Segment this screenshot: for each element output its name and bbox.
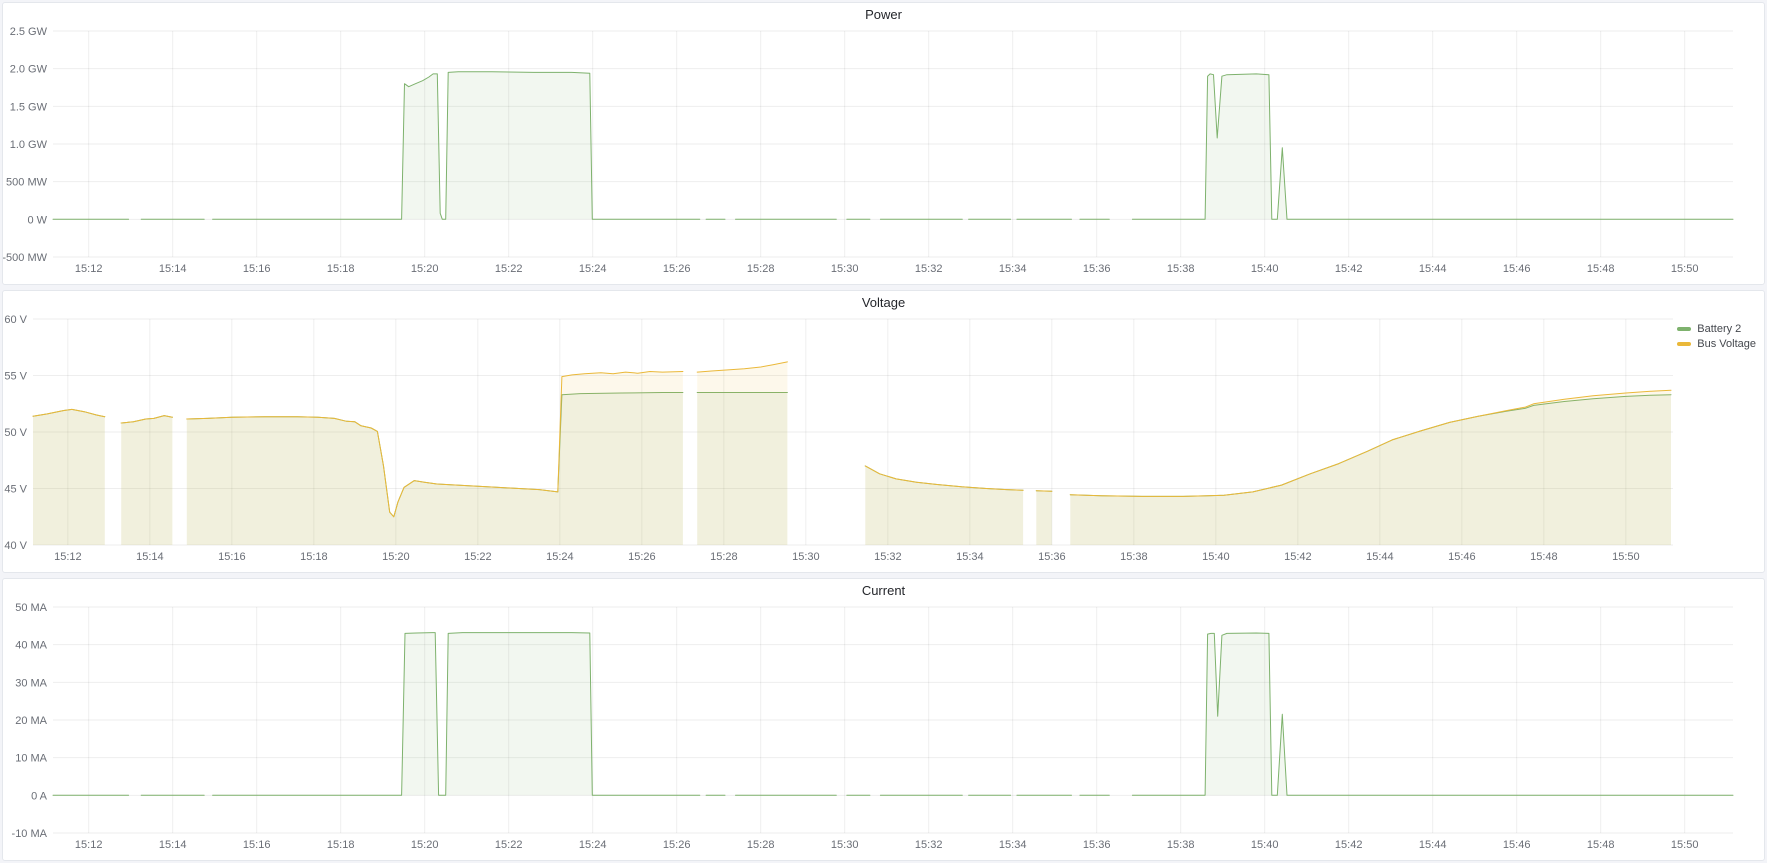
- svg-text:15:48: 15:48: [1587, 263, 1615, 275]
- svg-text:15:46: 15:46: [1448, 551, 1476, 563]
- svg-text:15:30: 15:30: [792, 551, 820, 563]
- svg-text:15:48: 15:48: [1587, 839, 1615, 851]
- svg-text:15:16: 15:16: [243, 263, 271, 275]
- svg-text:15:18: 15:18: [300, 551, 328, 563]
- svg-text:15:22: 15:22: [495, 839, 523, 851]
- svg-text:0 A: 0 A: [31, 790, 48, 802]
- svg-text:15:34: 15:34: [999, 839, 1027, 851]
- svg-text:15:42: 15:42: [1335, 263, 1363, 275]
- svg-text:15:16: 15:16: [243, 839, 271, 851]
- svg-text:1.5 GW: 1.5 GW: [10, 101, 48, 113]
- svg-text:15:14: 15:14: [159, 839, 187, 851]
- svg-text:1.0 GW: 1.0 GW: [10, 139, 48, 151]
- svg-text:15:16: 15:16: [218, 551, 246, 563]
- svg-text:15:40: 15:40: [1251, 839, 1279, 851]
- svg-text:15:50: 15:50: [1671, 839, 1699, 851]
- svg-text:15:22: 15:22: [495, 263, 523, 275]
- svg-text:15:26: 15:26: [663, 263, 691, 275]
- legend-label-battery-2: Battery 2: [1697, 323, 1741, 335]
- power-chart[interactable]: 2.5 GW 2.0 GW 1.5 GW 1.0 GW 500 MW 0 W -500 MW…: [3, 25, 1764, 284]
- svg-text:15:12: 15:12: [75, 839, 103, 851]
- svg-text:15:18: 15:18: [327, 263, 355, 275]
- chart-canvas: 50 MA 40 MA 30 MA 20 MA 10 MA 0 A -10 MA 15:12 1…: [3, 601, 1764, 860]
- svg-text:0 W: 0 W: [27, 214, 47, 226]
- svg-text:50 MA: 50 MA: [15, 602, 47, 614]
- svg-text:15:28: 15:28: [710, 551, 738, 563]
- voltage-chart[interactable]: 60 V 55 V 50 V 45 V 40 V 15:12 15:14 15:16 15:18…: [3, 313, 1764, 572]
- panel-power: Power 2.5 GW 2.0 GW 1.5 GW 1.0 GW 500 MW 0 W -…: [2, 2, 1765, 285]
- svg-text:15:20: 15:20: [382, 551, 410, 563]
- svg-text:15:36: 15:36: [1083, 263, 1111, 275]
- svg-text:15:18: 15:18: [327, 839, 355, 851]
- voltage-legend: Battery 2 Bus Voltage: [1677, 321, 1756, 351]
- svg-text:15:48: 15:48: [1530, 551, 1558, 563]
- battery-2-series-swatch-icon: [1677, 327, 1691, 331]
- svg-text:40 V: 40 V: [4, 540, 27, 552]
- legend-item-bus-voltage[interactable]: Bus Voltage: [1677, 336, 1756, 351]
- svg-text:15:40: 15:40: [1202, 551, 1230, 563]
- svg-text:15:34: 15:34: [956, 551, 984, 563]
- svg-text:2.5 GW: 2.5 GW: [10, 26, 48, 38]
- svg-text:-500 MW: -500 MW: [3, 252, 48, 264]
- legend-item-battery-2[interactable]: Battery 2: [1677, 321, 1756, 336]
- svg-text:-10 MA: -10 MA: [12, 828, 48, 840]
- svg-text:15:42: 15:42: [1284, 551, 1312, 563]
- svg-text:500 MW: 500 MW: [6, 177, 48, 189]
- svg-text:15:24: 15:24: [546, 551, 574, 563]
- svg-text:15:38: 15:38: [1167, 263, 1195, 275]
- svg-text:15:28: 15:28: [747, 263, 775, 275]
- bus-voltage-series-swatch-icon: [1677, 342, 1691, 346]
- svg-text:15:44: 15:44: [1419, 839, 1447, 851]
- svg-text:30 MA: 30 MA: [15, 677, 47, 689]
- svg-text:15:30: 15:30: [831, 839, 859, 851]
- svg-text:15:32: 15:32: [915, 839, 943, 851]
- svg-text:45 V: 45 V: [4, 484, 27, 496]
- svg-text:40 MA: 40 MA: [15, 640, 47, 652]
- svg-text:15:34: 15:34: [999, 263, 1027, 275]
- current-chart[interactable]: 50 MA 40 MA 30 MA 20 MA 10 MA 0 A -10 MA 15:12 1…: [3, 601, 1764, 860]
- panel-voltage-title[interactable]: Voltage: [3, 291, 1764, 313]
- chart-canvas: 60 V 55 V 50 V 45 V 40 V 15:12 15:14 15:16 15:18…: [3, 313, 1764, 572]
- chart-canvas: 2.5 GW 2.0 GW 1.5 GW 1.0 GW 500 MW 0 W -500 MW…: [3, 25, 1764, 284]
- svg-text:15:50: 15:50: [1612, 551, 1640, 563]
- svg-text:15:20: 15:20: [411, 263, 439, 275]
- svg-text:15:28: 15:28: [747, 839, 775, 851]
- svg-text:15:22: 15:22: [464, 551, 492, 563]
- panel-voltage: Voltage Battery 2 Bus Voltage 60 V 55 V 50…: [2, 290, 1765, 573]
- panel-power-title[interactable]: Power: [3, 3, 1764, 25]
- svg-text:2.0 GW: 2.0 GW: [10, 64, 48, 76]
- svg-text:10 MA: 10 MA: [15, 753, 47, 765]
- svg-text:60 V: 60 V: [4, 314, 27, 326]
- svg-text:15:14: 15:14: [136, 551, 164, 563]
- panel-current-title[interactable]: Current: [3, 579, 1764, 601]
- legend-label-bus-voltage: Bus Voltage: [1697, 338, 1756, 350]
- svg-text:15:50: 15:50: [1671, 263, 1699, 275]
- svg-text:15:32: 15:32: [915, 263, 943, 275]
- svg-text:15:26: 15:26: [628, 551, 656, 563]
- svg-text:15:14: 15:14: [159, 263, 187, 275]
- svg-text:15:38: 15:38: [1120, 551, 1148, 563]
- svg-text:15:44: 15:44: [1419, 263, 1447, 275]
- svg-text:15:38: 15:38: [1167, 839, 1195, 851]
- dashboard: Power 2.5 GW 2.0 GW 1.5 GW 1.0 GW 500 MW 0 W -…: [0, 0, 1767, 863]
- svg-text:15:26: 15:26: [663, 839, 691, 851]
- svg-text:15:40: 15:40: [1251, 263, 1279, 275]
- svg-text:15:32: 15:32: [874, 551, 902, 563]
- svg-text:15:42: 15:42: [1335, 839, 1363, 851]
- panel-current: Current 50 MA 40 MA 30 MA 20 MA 10 MA 0 A -10 …: [2, 578, 1765, 861]
- svg-text:15:46: 15:46: [1503, 839, 1531, 851]
- svg-text:15:24: 15:24: [579, 263, 607, 275]
- svg-text:15:30: 15:30: [831, 263, 859, 275]
- svg-text:15:20: 15:20: [411, 839, 439, 851]
- svg-text:50 V: 50 V: [4, 427, 27, 439]
- svg-text:15:36: 15:36: [1038, 551, 1066, 563]
- svg-text:15:12: 15:12: [75, 263, 103, 275]
- svg-text:15:24: 15:24: [579, 839, 607, 851]
- svg-text:15:36: 15:36: [1083, 839, 1111, 851]
- svg-text:15:46: 15:46: [1503, 263, 1531, 275]
- svg-text:20 MA: 20 MA: [15, 715, 47, 727]
- svg-text:15:12: 15:12: [54, 551, 82, 563]
- svg-text:15:44: 15:44: [1366, 551, 1394, 563]
- svg-text:55 V: 55 V: [4, 371, 27, 383]
